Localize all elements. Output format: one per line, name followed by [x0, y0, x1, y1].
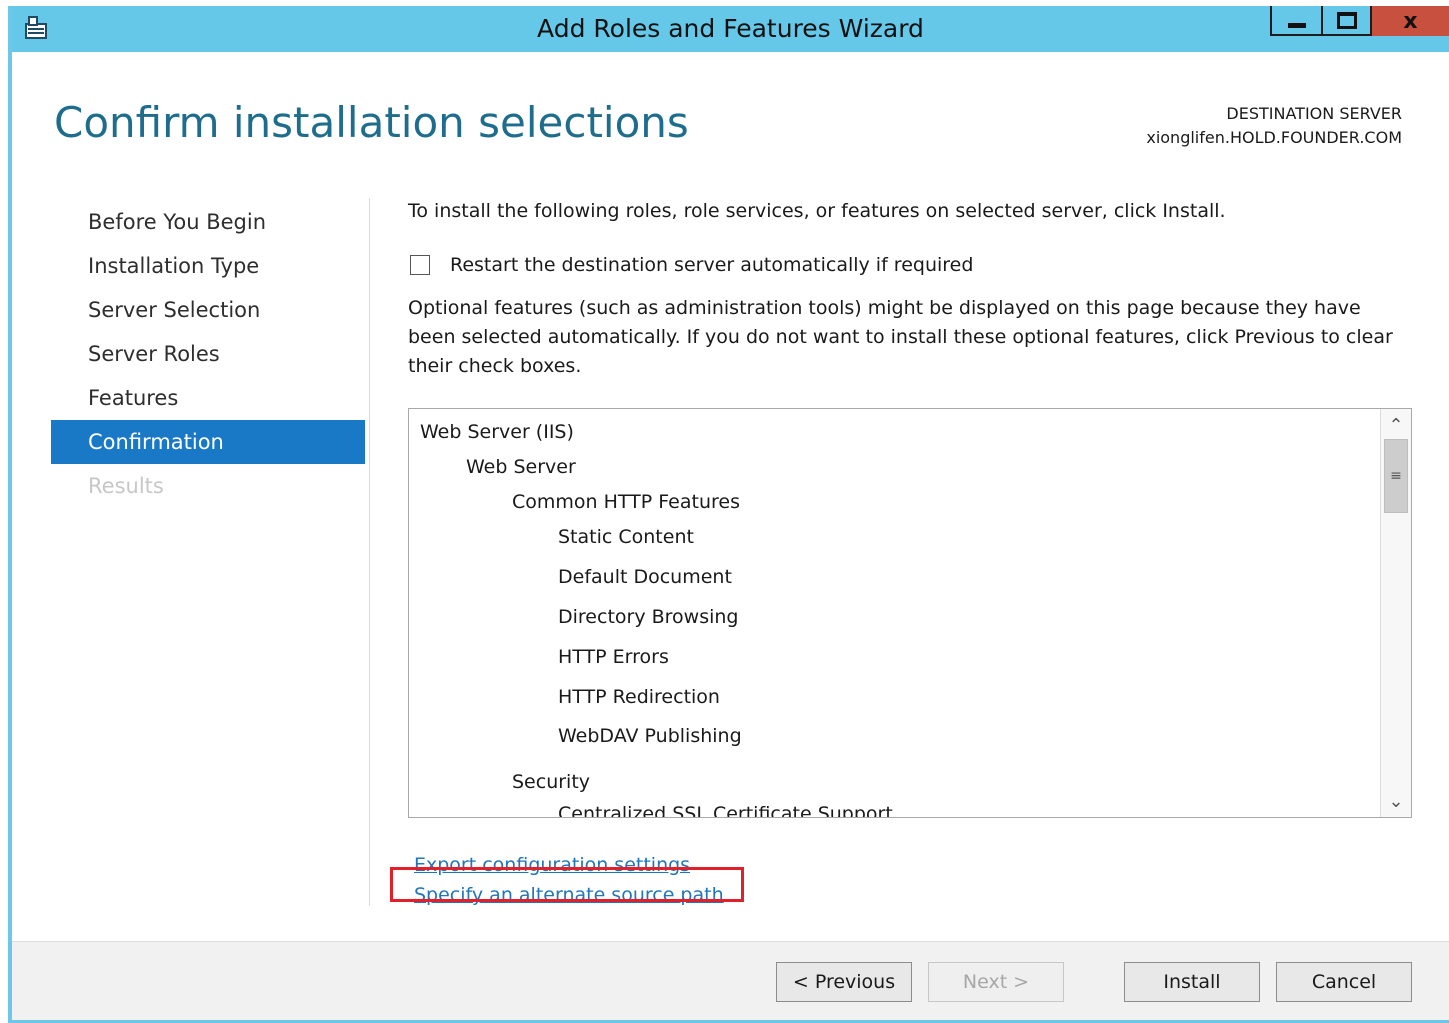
list-item: Default Document	[558, 566, 732, 588]
nav-item-confirmation[interactable]: Confirmation	[51, 420, 365, 464]
destination-server-info: DESTINATION SERVER xionglifen.HOLD.FOUND…	[1146, 102, 1402, 150]
nav-item-server-selection[interactable]: Server Selection	[51, 288, 365, 332]
list-item: Directory Browsing	[558, 606, 739, 628]
maximize-button[interactable]	[1322, 6, 1372, 36]
previous-button[interactable]: < Previous	[776, 962, 912, 1002]
wizard-nav: Before You Begin Installation Type Serve…	[51, 200, 365, 508]
cancel-button[interactable]: Cancel	[1276, 962, 1412, 1002]
selection-list[interactable]: Web Server (IIS) Web Server Common HTTP …	[408, 408, 1412, 818]
list-item: Static Content	[558, 526, 694, 548]
list-item: HTTP Redirection	[558, 686, 720, 708]
nav-item-before-you-begin[interactable]: Before You Begin	[51, 200, 365, 244]
close-button[interactable]: x	[1372, 6, 1449, 36]
next-button: Next >	[928, 962, 1064, 1002]
title-bar[interactable]: Add Roles and Features Wizard x	[12, 6, 1449, 52]
nav-item-server-roles[interactable]: Server Roles	[51, 332, 365, 376]
vertical-scrollbar[interactable]: ⌃ ≡ ⌄	[1380, 409, 1411, 817]
list-item: WebDAV Publishing	[558, 725, 742, 747]
list-item: Web Server	[466, 456, 576, 478]
scroll-thumb[interactable]: ≡	[1384, 439, 1408, 513]
scroll-down-icon[interactable]: ⌄	[1381, 787, 1411, 815]
destination-server-name: xionglifen.HOLD.FOUNDER.COM	[1146, 128, 1402, 147]
list-item: Web Server (IIS)	[420, 421, 574, 443]
minimize-icon	[1287, 22, 1306, 28]
install-button[interactable]: Install	[1124, 962, 1260, 1002]
restart-label[interactable]: Restart the destination server automatic…	[450, 254, 973, 276]
list-item: Security	[512, 771, 591, 793]
nav-item-results: Results	[88, 474, 164, 498]
close-icon: x	[1403, 8, 1418, 34]
list-item: HTTP Errors	[558, 646, 669, 668]
intro-text: To install the following roles, role ser…	[408, 200, 1226, 222]
page-title: Confirm installation selections	[54, 98, 689, 147]
optional-features-note: Optional features (such as administratio…	[408, 297, 1393, 377]
restart-checkbox[interactable]	[410, 255, 430, 275]
nav-item-features[interactable]: Features	[51, 376, 365, 420]
window-title: Add Roles and Features Wizard	[537, 14, 924, 43]
footer-bar: < Previous Next > Install Cancel	[12, 941, 1449, 1020]
highlight-annotation	[390, 867, 744, 902]
destination-label: DESTINATION SERVER	[1226, 104, 1402, 123]
scroll-up-icon[interactable]: ⌃	[1381, 411, 1411, 439]
minimize-button[interactable]	[1270, 6, 1322, 36]
restart-option[interactable]: Restart the destination server automatic…	[410, 254, 973, 276]
list-item: Common HTTP Features	[512, 491, 740, 513]
nav-divider	[369, 198, 370, 906]
nav-item-installation-type[interactable]: Installation Type	[51, 244, 365, 288]
list-item: Centralized SSL Certificate Support	[558, 803, 893, 818]
maximize-icon	[1336, 11, 1357, 29]
